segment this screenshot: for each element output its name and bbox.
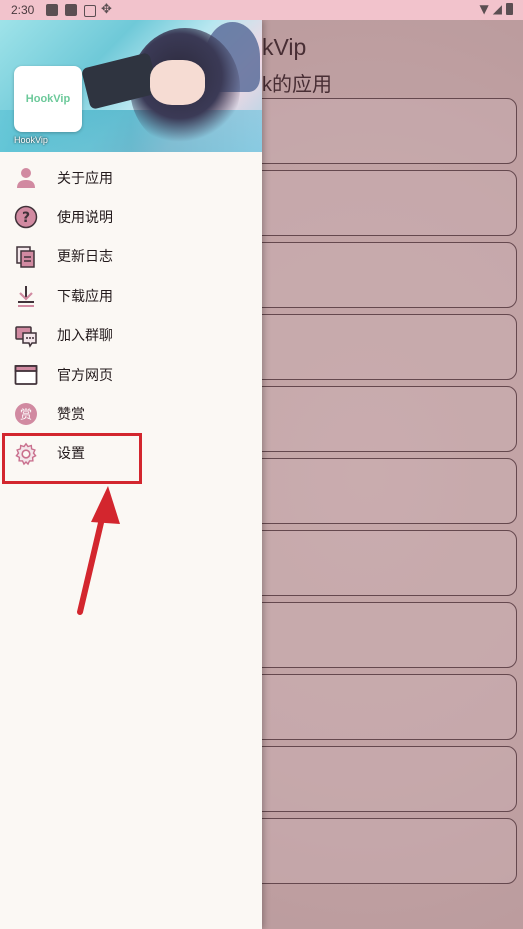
debug-icon: ✥ — [101, 2, 112, 17]
log-icon — [16, 246, 35, 268]
download-icon — [18, 286, 34, 308]
drawer-header: HookVip HookVip — [0, 20, 262, 152]
battery-icon — [506, 3, 513, 15]
svg-text:赏: 赏 — [20, 408, 32, 422]
chat-icon — [15, 325, 37, 348]
status-time: 2:30 — [11, 3, 35, 17]
menu-item-label: 官方网页 — [57, 367, 113, 384]
menu-item-official-site[interactable]: 官方网页 — [0, 355, 262, 394]
logo-text: HookVip — [25, 93, 71, 105]
app-logo: HookVip — [14, 66, 82, 132]
header-caption: HookVip — [14, 135, 48, 145]
menu-item-label: 下载应用 — [57, 288, 113, 305]
system-icons: ▼ ◢ — [480, 2, 513, 16]
menu-item-label: 赞赏 — [57, 407, 85, 424]
wifi-icon: ▼ — [479, 2, 489, 16]
reward-icon: 赏 — [15, 403, 37, 426]
menu-item-label: 加入群聊 — [57, 328, 113, 345]
menu-item-label: 关于应用 — [57, 170, 113, 187]
drawer-menu: 关于应用 ? 使用说明 更新日志 下载应用 加入群聊 官方网页 赏 赞赏 设置 — [0, 158, 262, 473]
menu-item-label: 使用说明 — [57, 210, 113, 227]
settings-highlight-box — [2, 433, 142, 484]
status-bar: 2:30 ✥ ▼ ◢ — [0, 0, 523, 20]
question-icon: ? — [14, 206, 38, 229]
menu-item-reward[interactable]: 赏 赞赏 — [0, 394, 262, 433]
notification-icon — [65, 4, 77, 16]
person-icon — [17, 168, 35, 188]
svg-text:?: ? — [22, 210, 30, 226]
signal-icon: ◢ — [492, 2, 502, 16]
menu-item-download[interactable]: 下载应用 — [0, 276, 262, 315]
menu-item-join-group[interactable]: 加入群聊 — [0, 316, 262, 355]
menu-item-instructions[interactable]: ? 使用说明 — [0, 197, 262, 236]
notification-icon — [46, 4, 58, 16]
notification-icon — [84, 5, 96, 17]
menu-item-label: 更新日志 — [57, 249, 113, 266]
browser-icon — [14, 365, 38, 385]
menu-item-changelog[interactable]: 更新日志 — [0, 237, 262, 276]
menu-item-about[interactable]: 关于应用 — [0, 158, 262, 197]
